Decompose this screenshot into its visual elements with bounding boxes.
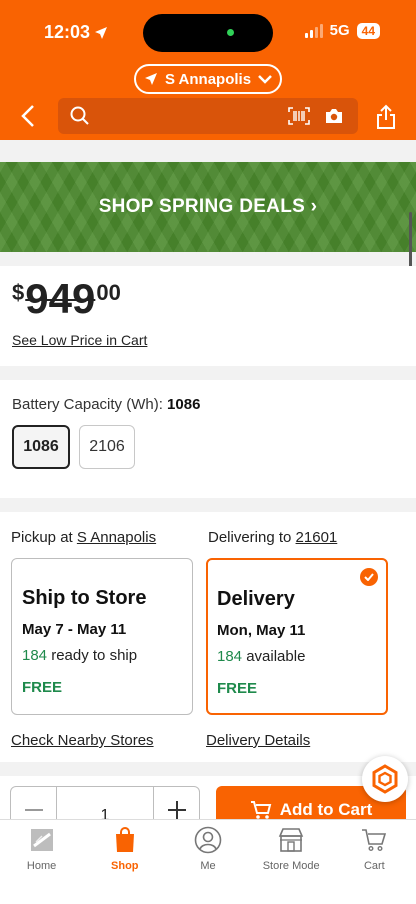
search-icon	[70, 106, 89, 125]
pickup-heading: Pickup at S Annapolis	[11, 529, 156, 546]
check-nearby-stores-link[interactable]: Check Nearby Stores	[11, 732, 154, 749]
store-selector-button[interactable]: S Annapolis	[134, 64, 282, 94]
delivery-count: 184	[217, 648, 243, 665]
battery-icon: 44	[356, 22, 380, 39]
camera-indicator-dot	[227, 29, 234, 36]
nav-store-mode[interactable]: Store Mode	[250, 820, 333, 904]
delivery-title: Delivery	[217, 588, 295, 610]
nav-store-mode-label: Store Mode	[262, 860, 320, 872]
nav-cart-label: Cart	[363, 860, 385, 872]
capacity-label: Battery Capacity (Wh): 1086	[12, 396, 200, 413]
nav-home[interactable]: Home	[0, 820, 83, 904]
plus-icon	[167, 801, 186, 819]
clock-text: 12:03	[44, 22, 91, 42]
bottom-navigation: Home Shop Me Store Mode Cart	[0, 819, 416, 904]
assistant-button[interactable]	[362, 756, 408, 802]
chevron-left-icon	[21, 105, 34, 127]
delivery-status: available	[246, 648, 306, 665]
see-low-price-link[interactable]: See Low Price in Cart	[12, 332, 147, 348]
nav-shop-label: Shop	[111, 860, 139, 872]
price-currency: $	[12, 280, 25, 305]
ship-to-store-count: 184	[22, 647, 48, 664]
camera-icon[interactable]	[324, 107, 344, 125]
share-button[interactable]	[372, 102, 400, 132]
ship-to-store-status: ready to ship	[51, 647, 138, 664]
capacity-label-text: Battery Capacity (Wh):	[12, 396, 163, 413]
location-arrow-icon	[95, 26, 108, 39]
nav-shop[interactable]: Shop	[83, 820, 166, 904]
barcode-scan-icon[interactable]	[288, 107, 310, 125]
delivery-zip-link[interactable]: 21601	[296, 529, 338, 546]
nav-cart[interactable]: Cart	[333, 820, 416, 904]
ship-to-store-option[interactable]: Ship to Store May 7 - May 11 184 ready t…	[11, 558, 193, 715]
ship-to-store-title: Ship to Store	[22, 587, 147, 609]
cart-icon	[360, 826, 388, 854]
nav-me-label: Me	[200, 860, 216, 872]
delivery-option[interactable]: Delivery Mon, May 11 184 available FREE	[206, 558, 388, 715]
price-dollars: 949	[25, 275, 96, 322]
signal-icon	[304, 23, 323, 38]
promo-banner[interactable]: SHOP SPRING DEALS ›	[0, 162, 416, 252]
delivery-heading: Delivering to 21601	[208, 529, 337, 546]
add-to-cart-label: Add to Cart	[279, 800, 373, 819]
product-price: $ 949 00	[12, 276, 121, 322]
app-header: 12:03 5G 44 S Annapolis	[0, 0, 416, 140]
delivery-availability: 184 available	[217, 648, 305, 665]
ship-to-store-dates: May 7 - May 11	[22, 621, 127, 638]
person-icon	[194, 826, 222, 854]
product-page-screen: 12:03 5G 44 S Annapolis SHOP SPRING DEAL…	[0, 0, 416, 904]
hexagon-assistant-icon	[372, 764, 398, 794]
delivery-label: Delivering to	[208, 529, 292, 546]
search-input[interactable]	[58, 98, 358, 134]
delivery-dates: Mon, May 11	[217, 622, 306, 639]
battery-capacity-card: Battery Capacity (Wh): 1086 1086 2106	[0, 380, 416, 498]
pickup-label: Pickup at	[11, 529, 73, 546]
ship-to-store-availability: 184 ready to ship	[22, 647, 137, 664]
ship-to-store-price: FREE	[22, 679, 63, 696]
status-bar-indicators: 5G 44	[304, 22, 380, 39]
capacity-option-2106[interactable]: 2106	[79, 425, 135, 469]
network-type: 5G	[329, 22, 350, 39]
store-name: S Annapolis	[164, 70, 252, 88]
price-cents: 00	[96, 280, 121, 305]
nav-home-label: Home	[26, 860, 57, 872]
checkmark-icon	[360, 568, 378, 586]
delivery-price: FREE	[217, 680, 258, 697]
promo-banner-text: SHOP SPRING DEALS ›	[98, 196, 318, 217]
back-button[interactable]	[14, 102, 42, 130]
price-card: $ 949 00 See Low Price in Cart	[0, 266, 416, 366]
home-depot-logo-icon	[28, 826, 56, 854]
nav-me[interactable]: Me	[166, 820, 249, 904]
capacity-option-1086[interactable]: 1086	[12, 425, 70, 469]
delivery-details-link[interactable]: Delivery Details	[206, 732, 310, 749]
dynamic-island	[143, 14, 273, 52]
store-icon	[277, 826, 305, 854]
capacity-selected-value: 1086	[167, 396, 201, 413]
chevron-down-icon	[258, 75, 272, 84]
shop-bag-icon	[111, 826, 139, 854]
minus-icon	[24, 809, 43, 811]
pickup-store-link[interactable]: S Annapolis	[77, 529, 156, 546]
location-arrow-icon	[144, 73, 157, 85]
share-icon	[377, 104, 395, 129]
cart-icon	[250, 801, 271, 819]
fulfillment-card: Pickup at S Annapolis Delivering to 2160…	[0, 512, 416, 762]
status-bar-time: 12:03	[44, 22, 108, 43]
